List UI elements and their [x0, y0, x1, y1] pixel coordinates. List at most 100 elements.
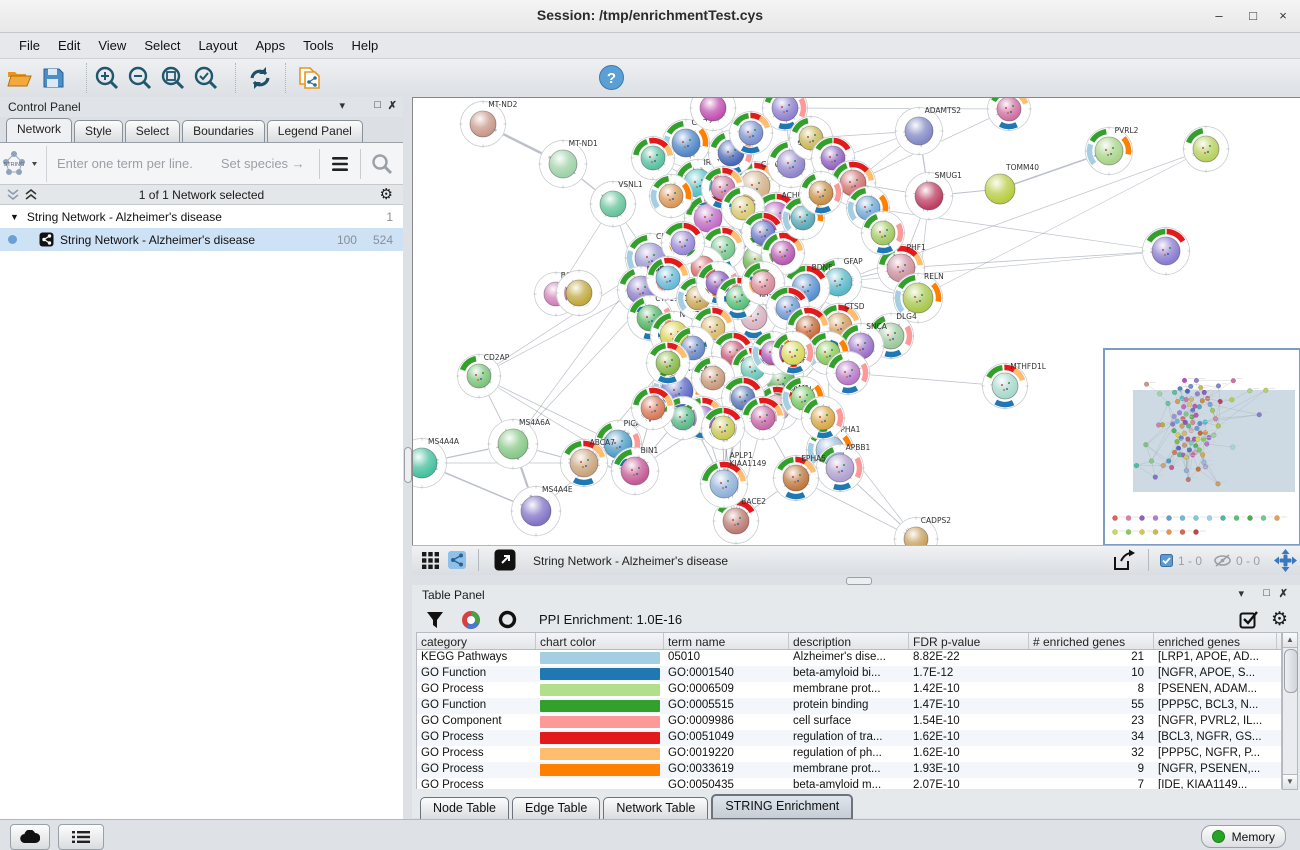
- string-term-input[interactable]: Enter one term per line. Set species →: [47, 156, 319, 171]
- share-view-button[interactable]: [448, 551, 466, 569]
- table-row[interactable]: KEGG Pathways05010Alzheimer's dise...8.8…: [417, 650, 1281, 666]
- table-settings-gear-icon[interactable]: ⚙: [1271, 608, 1288, 631]
- memory-button[interactable]: Memory: [1201, 825, 1286, 848]
- menu-file[interactable]: File: [10, 35, 49, 56]
- panel-divider-vertical[interactable]: [403, 97, 412, 818]
- column-header-term-name[interactable]: term name: [664, 633, 789, 649]
- scroll-down-arrow[interactable]: ▼: [1283, 774, 1297, 789]
- network-node-mthfd1l[interactable]: MTHFD1L: [982, 362, 1047, 410]
- scrollbar-thumb[interactable]: [1284, 649, 1298, 693]
- zoom-fit-button[interactable]: [158, 63, 188, 93]
- column-header-fdr-p-value[interactable]: FDR p-value: [909, 633, 1029, 649]
- tree-expand-icon[interactable]: ▼: [10, 212, 19, 222]
- menu-select[interactable]: Select: [135, 35, 189, 56]
- column-header--enriched-genes[interactable]: # enriched genes: [1029, 633, 1154, 649]
- select-rows-icon[interactable]: [1239, 610, 1259, 630]
- tab-style[interactable]: Style: [74, 120, 123, 142]
- table-panel-float-icon[interactable]: □: [1263, 587, 1270, 599]
- network-node-pvrl2[interactable]: PVRL2: [1085, 126, 1139, 176]
- network-node-mt-nd1[interactable]: MT-ND1: [539, 139, 599, 189]
- minimize-button[interactable]: –: [1208, 6, 1230, 26]
- table-panel-menu-icon[interactable]: ▾: [1238, 587, 1244, 600]
- table-row[interactable]: GO ProcessGO:0006509membrane prot...1.42…: [417, 682, 1281, 698]
- table-row[interactable]: GO ProcessGO:0019220regulation of ph...1…: [417, 746, 1281, 762]
- filter-icon[interactable]: [426, 611, 444, 629]
- species-hint[interactable]: Set species →: [221, 156, 305, 171]
- network-node[interactable]: [1142, 227, 1191, 276]
- divider-handle[interactable]: [404, 447, 412, 483]
- tab-network[interactable]: Network: [6, 118, 72, 142]
- grid-mode-button[interactable]: [422, 552, 439, 569]
- table-row[interactable]: GO ProcessGO:0051049regulation of tra...…: [417, 730, 1281, 746]
- tab-edge-table[interactable]: Edge Table: [512, 797, 600, 820]
- panel-menu-icon[interactable]: ▾: [339, 99, 345, 112]
- network-node[interactable]: [1183, 126, 1230, 173]
- cloud-button[interactable]: [10, 824, 50, 850]
- network-canvas[interactable]: MT-ND2MT-ND1VSNL1GAB2IRS1CHATABCA1ACHEIL…: [412, 97, 1300, 546]
- column-header-category[interactable]: category: [417, 633, 536, 649]
- divider-handle-h[interactable]: [846, 577, 872, 585]
- network-node-ms4a4e[interactable]: MS4A4E: [511, 485, 573, 537]
- tab-node-table[interactable]: Node Table: [420, 797, 509, 820]
- menu-help[interactable]: Help: [343, 35, 388, 56]
- maximize-button[interactable]: □: [1242, 6, 1264, 26]
- menu-edit[interactable]: Edit: [49, 35, 89, 56]
- network-node-abca7[interactable]: ABCA7: [560, 438, 616, 488]
- help-button[interactable]: ?: [596, 62, 626, 92]
- open-in-window-button[interactable]: [494, 549, 516, 571]
- zoom-out-button[interactable]: [125, 63, 155, 93]
- network-row-selected[interactable]: String Network - Alzheimer's disease 100…: [0, 228, 403, 251]
- tab-legend-panel[interactable]: Legend Panel: [267, 120, 363, 142]
- column-header-description[interactable]: description: [789, 633, 909, 649]
- table-row[interactable]: GO ProcessGO:0033619membrane prot...1.93…: [417, 762, 1281, 778]
- birds-eye-view[interactable]: [1103, 348, 1300, 546]
- zoom-in-button[interactable]: [92, 63, 122, 93]
- panel-close-icon[interactable]: ✗: [388, 99, 397, 112]
- network-share-button[interactable]: [295, 63, 325, 93]
- string-logo[interactable]: STRING: [0, 146, 47, 182]
- menu-apps[interactable]: Apps: [247, 35, 295, 56]
- menu-layout[interactable]: Layout: [189, 35, 246, 56]
- task-history-button[interactable]: [58, 824, 104, 850]
- zoom-selected-button[interactable]: [191, 63, 221, 93]
- menu-view[interactable]: View: [89, 35, 135, 56]
- scroll-up-arrow[interactable]: ▲: [1283, 633, 1297, 648]
- tab-network-table[interactable]: Network Table: [603, 797, 708, 820]
- menu-tools[interactable]: Tools: [294, 35, 342, 56]
- table-row[interactable]: GO ComponentGO:0009986cell surface1.54E-…: [417, 714, 1281, 730]
- network-node-epha5[interactable]: EPHA5: [773, 454, 827, 502]
- ring-chart-icon[interactable]: [498, 610, 517, 629]
- table-row[interactable]: GO FunctionGO:0005515protein binding1.47…: [417, 698, 1281, 714]
- network-node-ms4a6a[interactable]: MS4A6A: [488, 418, 551, 470]
- tab-select[interactable]: Select: [125, 120, 180, 142]
- close-button[interactable]: ×: [1272, 6, 1294, 26]
- panel-float-icon[interactable]: □: [374, 99, 381, 111]
- network-node-cd2ap[interactable]: CD2AP: [457, 353, 510, 399]
- table-panel-close-icon[interactable]: ✗: [1279, 587, 1288, 600]
- navigate-icon[interactable]: [1274, 549, 1297, 572]
- refresh-button[interactable]: [245, 63, 275, 93]
- open-file-button[interactable]: [4, 63, 34, 93]
- export-network-button[interactable]: [1112, 549, 1136, 572]
- network-node-apbb1[interactable]: APBB1: [816, 443, 871, 493]
- column-header-enriched-genes[interactable]: enriched genes: [1154, 633, 1277, 649]
- tab-boundaries[interactable]: Boundaries: [182, 120, 265, 142]
- save-button[interactable]: [38, 63, 68, 93]
- column-header-chart-color[interactable]: chart color: [536, 633, 664, 649]
- table-scrollbar[interactable]: ▲ ▼: [1282, 632, 1298, 790]
- table-row[interactable]: GO FunctionGO:0001540beta-amyloid bi...1…: [417, 666, 1281, 682]
- chart-settings-icon[interactable]: [460, 609, 482, 631]
- string-options-button[interactable]: [320, 156, 360, 172]
- panel-divider-horizontal[interactable]: [412, 575, 1300, 585]
- table-row[interactable]: GO ProcessGO:0050435beta-amyloid m...2.0…: [417, 778, 1281, 789]
- network-node-mt-nd2[interactable]: MT-ND2: [460, 100, 518, 148]
- network-node-smug1[interactable]: SMUG1: [905, 171, 963, 221]
- network-node-vsnl1[interactable]: VSNL1: [590, 180, 643, 228]
- network-collection-row[interactable]: ▼ String Network - Alzheimer's disease 1: [0, 205, 403, 228]
- network-options-gear-icon[interactable]: ⚙: [380, 185, 393, 203]
- string-search-button[interactable]: [361, 153, 403, 175]
- network-node-tomm40[interactable]: TOMM40: [985, 163, 1039, 204]
- network-node-adamts2[interactable]: ADAMTS2: [895, 106, 962, 156]
- network-node[interactable]: [987, 98, 1032, 132]
- tab-string-enrichment[interactable]: STRING Enrichment: [711, 794, 853, 820]
